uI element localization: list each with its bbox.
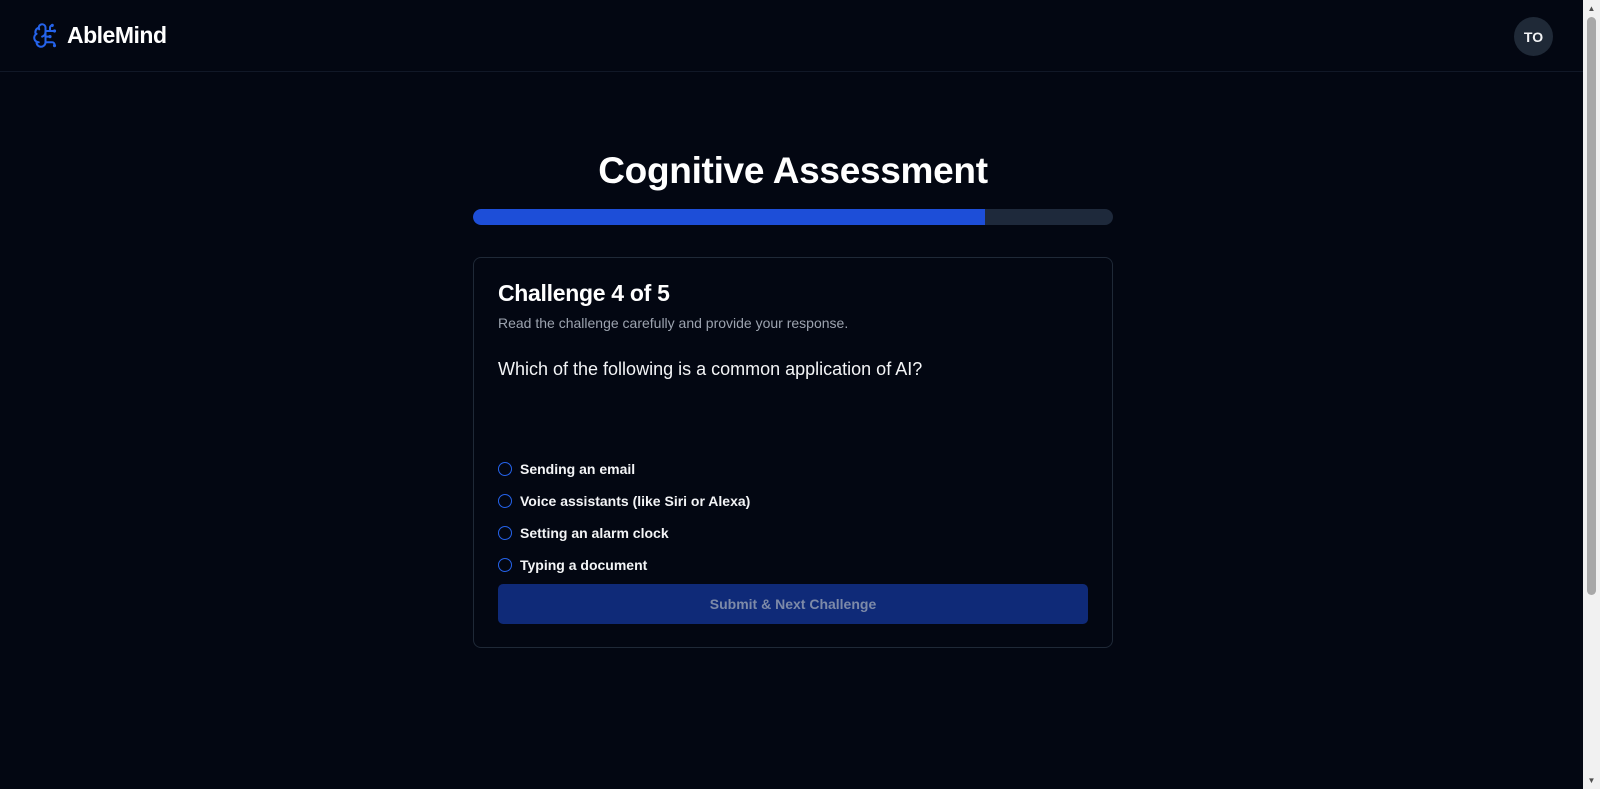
brain-icon: [33, 23, 57, 48]
radio-button[interactable]: [498, 558, 512, 572]
viewport: AbleMind TO Cognitive Assessment Challen…: [0, 0, 1600, 789]
brand-name: AbleMind: [67, 22, 167, 48]
scroll-up-arrow-icon[interactable]: ▲: [1583, 0, 1600, 17]
option-label: Sending an email: [520, 461, 636, 477]
answer-options: Sending an email Voice assistants (like …: [498, 453, 1088, 581]
answer-option-3[interactable]: Setting an alarm clock: [498, 517, 1088, 549]
submit-next-button[interactable]: Submit & Next Challenge: [498, 584, 1088, 624]
option-label: Typing a document: [520, 557, 648, 573]
brand-logo-link[interactable]: AbleMind: [32, 22, 167, 49]
scrollbar-thumb[interactable]: [1587, 17, 1596, 595]
option-label: Voice assistants (like Siri or Alexa): [520, 493, 751, 509]
radio-button[interactable]: [498, 526, 512, 540]
radio-button[interactable]: [498, 462, 512, 476]
user-avatar-button[interactable]: TO: [1514, 17, 1553, 56]
option-label: Setting an alarm clock: [520, 525, 669, 541]
radio-button[interactable]: [498, 494, 512, 508]
page-title: Cognitive Assessment: [598, 150, 988, 191]
challenge-description: Read the challenge carefully and provide…: [498, 315, 849, 331]
page: AbleMind TO Cognitive Assessment Challen…: [0, 0, 1583, 789]
progress-bar-fill: [473, 209, 985, 225]
assessment-progress-bar: [473, 209, 1113, 225]
avatar-initials: TO: [1523, 28, 1544, 45]
answer-option-4[interactable]: Typing a document: [498, 549, 1088, 581]
vertical-scrollbar[interactable]: ▲ ▼: [1583, 0, 1600, 789]
answer-option-1[interactable]: Sending an email: [498, 453, 1088, 485]
question-text: Which of the following is a common appli…: [498, 359, 923, 379]
answer-option-2[interactable]: Voice assistants (like Siri or Alexa): [498, 485, 1088, 517]
challenge-card: Challenge 4 of 5 Read the challenge care…: [473, 257, 1113, 648]
top-navbar: AbleMind TO: [0, 0, 1583, 72]
scroll-down-arrow-icon[interactable]: ▼: [1583, 772, 1600, 789]
challenge-title: Challenge 4 of 5: [498, 280, 670, 306]
